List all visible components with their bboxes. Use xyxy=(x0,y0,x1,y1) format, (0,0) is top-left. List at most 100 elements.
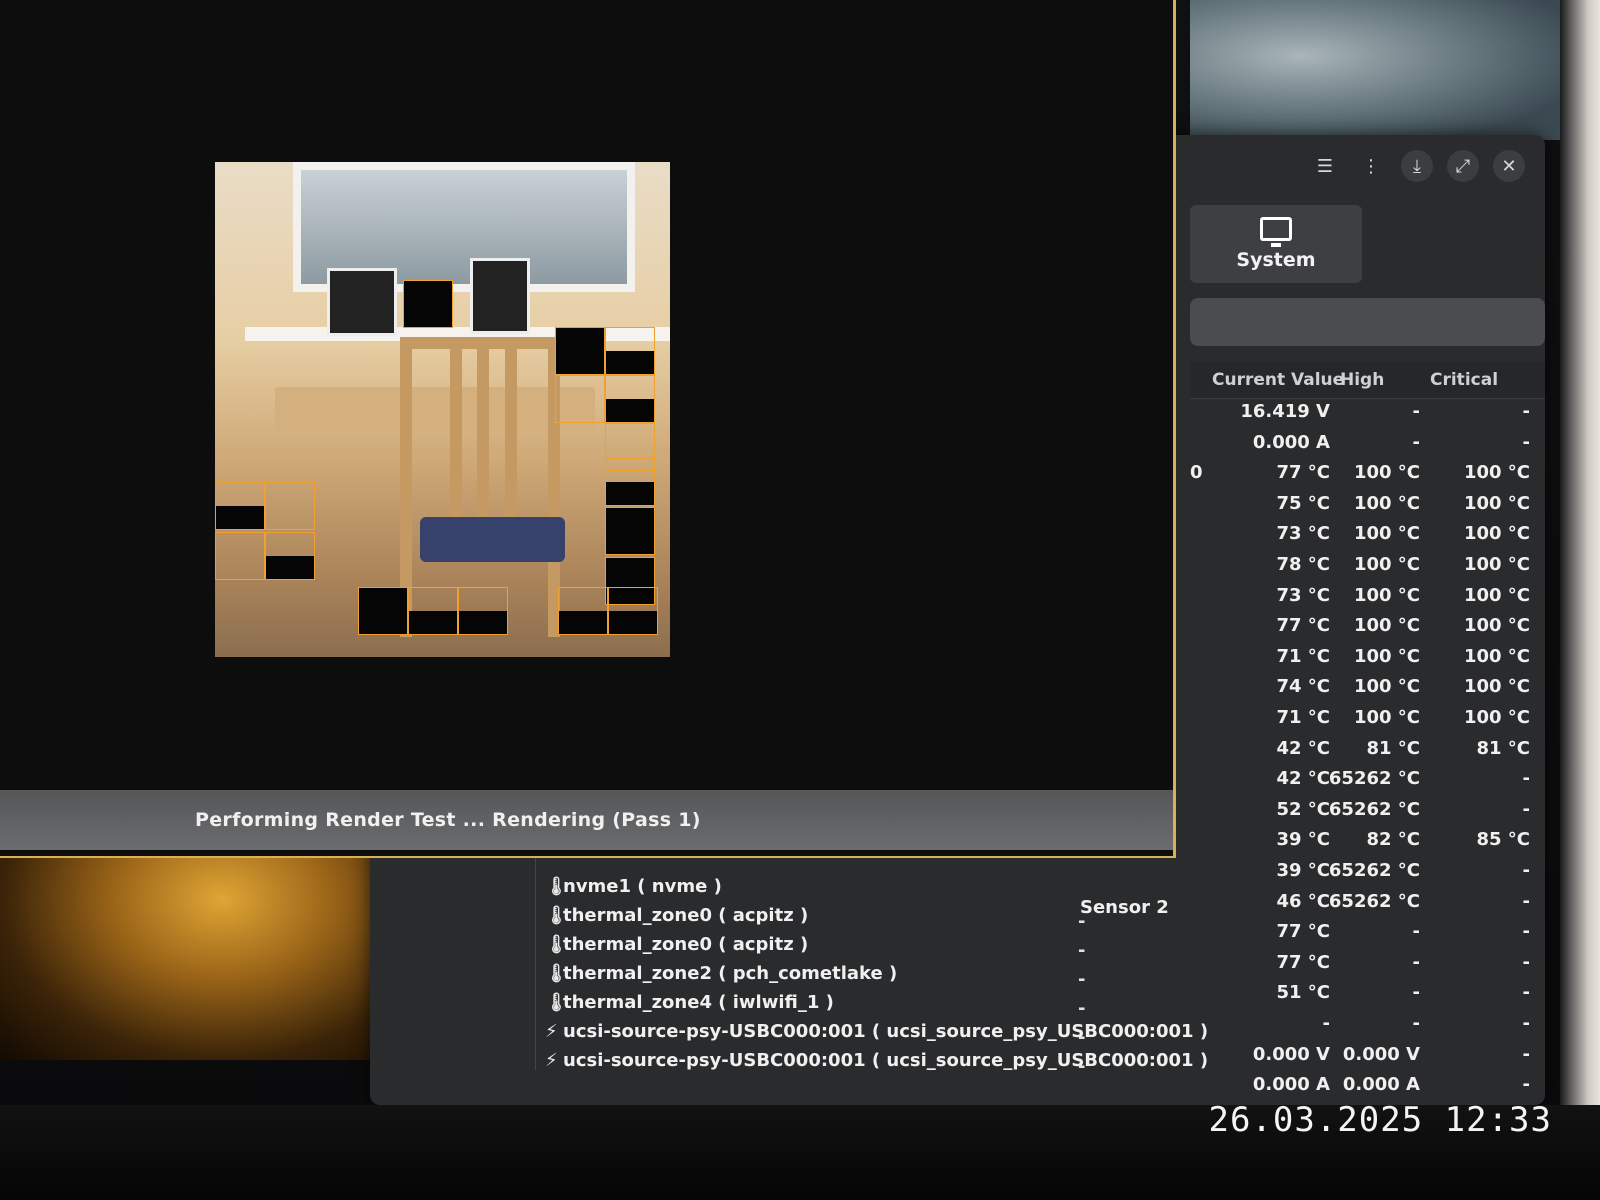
high-value-cell: 100 °C xyxy=(1353,676,1420,697)
sensor-label-empty: - xyxy=(1078,1027,1086,1048)
high-value-cell: - xyxy=(1412,982,1420,1003)
download-icon[interactable]: ⤓ xyxy=(1401,150,1433,182)
photo-picture-frame xyxy=(327,268,397,336)
render-tile xyxy=(555,375,605,423)
render-tile xyxy=(403,280,453,328)
critical-value-cell: 100 °C xyxy=(1463,676,1530,697)
render-tile xyxy=(408,587,458,635)
critical-value-cell: - xyxy=(1522,952,1530,973)
high-value-cell: 0.000 A xyxy=(1342,1074,1420,1095)
render-tile xyxy=(458,587,508,635)
render-tile xyxy=(358,587,408,635)
current-value-cell: 77 °C xyxy=(1276,615,1330,636)
high-value-cell: 100 °C xyxy=(1353,585,1420,606)
current-value-cell: 16.419 V xyxy=(1240,401,1330,422)
sensor-list-item[interactable]: 🌡nvme1 ( nvme ) xyxy=(545,876,722,897)
photo-chair-slat xyxy=(450,347,462,537)
high-value-cell: 82 °C xyxy=(1366,829,1420,850)
sensor-name-label: thermal_zone2 ( pch_cometlake ) xyxy=(563,963,898,984)
critical-value-cell: - xyxy=(1522,982,1530,1003)
photo-chair-slat xyxy=(505,347,517,537)
menu-list-icon[interactable]: ☰ xyxy=(1309,150,1341,182)
sensor-list-item[interactable]: 🌡thermal_zone0 ( acpitz ) xyxy=(545,934,808,955)
critical-value-cell: - xyxy=(1522,799,1530,820)
photo-chair-slat xyxy=(477,347,489,537)
critical-value-cell: - xyxy=(1522,1044,1530,1065)
sensor-list-item[interactable]: 🌡thermal_zone4 ( iwlwifi_1 ) xyxy=(545,992,834,1013)
high-value-cell: 65262 °C xyxy=(1328,768,1420,789)
current-value-cell: 71 °C xyxy=(1276,707,1330,728)
close-icon[interactable]: ✕ xyxy=(1493,150,1525,182)
critical-value-cell: 100 °C xyxy=(1463,585,1530,606)
render-tile xyxy=(605,327,655,375)
critical-value-cell: 81 °C xyxy=(1476,738,1530,759)
render-tile xyxy=(555,327,605,375)
current-value-cell: 51 °C xyxy=(1276,982,1330,1003)
critical-value-cell: - xyxy=(1522,1074,1530,1095)
render-status-text: Performing Render Test ... Rendering (Pa… xyxy=(195,809,701,831)
render-test-window: Performing Render Test ... Rendering (Pa… xyxy=(0,0,1176,858)
current-value-cell: 71 °C xyxy=(1276,646,1330,667)
critical-value-cell: - xyxy=(1522,432,1530,453)
high-value-cell: 100 °C xyxy=(1353,707,1420,728)
current-value-cell: 39 °C xyxy=(1276,829,1330,850)
sensor-list-item[interactable]: 🌡thermal_zone0 ( acpitz ) xyxy=(545,905,808,926)
sensor-name-label: ucsi-source-psy-USBC000:001 ( ucsi_sourc… xyxy=(563,1050,1209,1071)
critical-value-cell: 100 °C xyxy=(1463,462,1530,483)
header-critical[interactable]: Critical xyxy=(1430,370,1498,390)
tab-system[interactable]: System xyxy=(1190,205,1362,283)
monitor-bezel xyxy=(1560,0,1600,1200)
photo-chair-seat xyxy=(420,517,565,562)
high-value-cell: - xyxy=(1412,952,1420,973)
maximize-icon[interactable]: ⤢ xyxy=(1447,150,1479,182)
render-tile xyxy=(265,482,315,530)
critical-value-cell: - xyxy=(1522,860,1530,881)
kebab-menu-icon[interactable]: ⋮ xyxy=(1355,150,1387,182)
sensor-list-item[interactable]: 🌡thermal_zone2 ( pch_cometlake ) xyxy=(545,963,897,984)
render-tile xyxy=(215,532,265,580)
current-value-cell: 52 °C xyxy=(1276,799,1330,820)
high-value-cell: 100 °C xyxy=(1353,462,1420,483)
thermometer-icon: 🌡 xyxy=(545,905,568,926)
render-tile xyxy=(605,507,655,555)
sensor-label-empty: - xyxy=(1078,969,1086,990)
column-headers: Current Value High Critical xyxy=(1190,362,1545,399)
current-value-cell: 73 °C xyxy=(1276,585,1330,606)
high-value-cell: - xyxy=(1412,432,1420,453)
header-high[interactable]: High xyxy=(1340,370,1384,390)
critical-value-cell: - xyxy=(1522,401,1530,422)
critical-value-cell: - xyxy=(1522,768,1530,789)
search-input[interactable] xyxy=(1190,298,1545,346)
high-value-cell: 65262 °C xyxy=(1328,891,1420,912)
photo-picture-frame xyxy=(470,258,530,334)
current-value-cell: 0.000 A xyxy=(1252,432,1330,453)
render-status-bar: Performing Render Test ... Rendering (Pa… xyxy=(0,790,1173,850)
critical-value-cell: - xyxy=(1522,891,1530,912)
sensor-label-empty: - xyxy=(1078,998,1086,1019)
render-tile xyxy=(605,375,655,423)
lightning-icon: ⚡ xyxy=(545,1050,558,1071)
tab-system-label: System xyxy=(1236,249,1316,271)
high-value-cell: - xyxy=(1412,921,1420,942)
thermometer-icon: 🌡 xyxy=(545,963,568,984)
current-value-cell: 77 °C xyxy=(1276,921,1330,942)
critical-value-cell: 100 °C xyxy=(1463,523,1530,544)
current-value-cell: 39 °C xyxy=(1276,860,1330,881)
critical-value-cell: 100 °C xyxy=(1463,554,1530,575)
current-value-cell: 78 °C xyxy=(1276,554,1330,575)
sensor-name-label: thermal_zone0 ( acpitz ) xyxy=(563,905,809,926)
high-value-cell: - xyxy=(1412,401,1420,422)
current-value-cell: - xyxy=(1322,1013,1330,1034)
header-current-value[interactable]: Current Value xyxy=(1212,370,1344,390)
thermometer-icon: 🌡 xyxy=(545,876,568,897)
current-value-cell: 0.000 V xyxy=(1252,1044,1330,1065)
render-tile xyxy=(558,587,608,635)
sensor-name-label: thermal_zone4 ( iwlwifi_1 ) xyxy=(563,992,834,1013)
high-value-cell: 100 °C xyxy=(1353,554,1420,575)
high-value-cell: 100 °C xyxy=(1353,615,1420,636)
row-prefix: 0 xyxy=(1190,462,1203,483)
sensor-list-item[interactable]: ⚡ ucsi-source-psy-USBC000:001 ( ucsi_sour… xyxy=(545,1050,1208,1071)
high-value-cell: 81 °C xyxy=(1366,738,1420,759)
critical-value-cell: 100 °C xyxy=(1463,646,1530,667)
sensor-list-item[interactable]: ⚡ ucsi-source-psy-USBC000:001 ( ucsi_sour… xyxy=(545,1021,1208,1042)
